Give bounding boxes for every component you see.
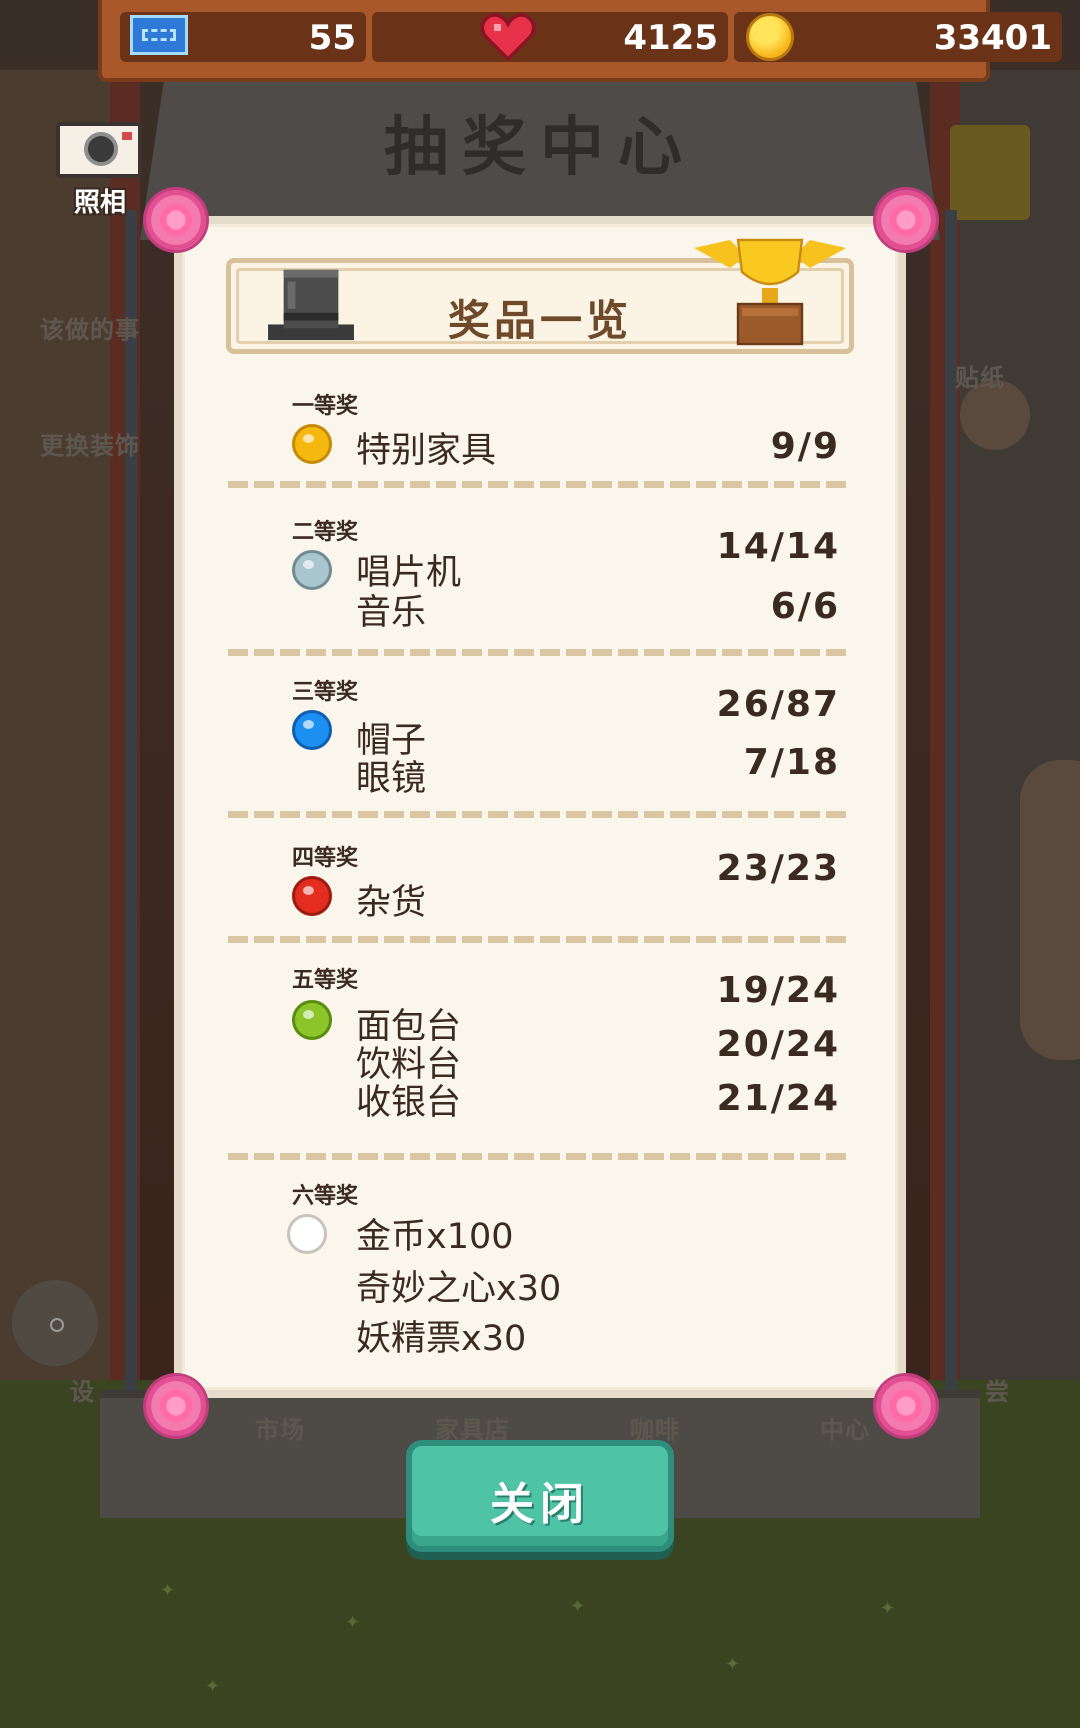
tier-label: 二等奖 <box>292 520 359 545</box>
camera-icon <box>56 122 142 178</box>
bg-label-center: 中心 <box>820 1416 870 1444</box>
tier-divider <box>228 1153 852 1160</box>
coin-icon <box>746 13 794 61</box>
resource-bar: 55 4125 33401 <box>98 0 1062 82</box>
item-count: 7/18 <box>743 742 840 783</box>
bg-label-try: 尝 <box>985 1378 1010 1406</box>
bg-label-settings: 设 <box>70 1378 95 1406</box>
gold-gem-icon <box>292 424 332 464</box>
background-post-left <box>125 210 137 1390</box>
camera-label: 照相 <box>73 188 126 218</box>
tier-label: 六等奖 <box>292 1184 359 1209</box>
bg-label-decor: 更换装饰 <box>40 432 140 460</box>
bg-label-market: 市场 <box>255 1416 305 1444</box>
grass-decor: ✦ <box>205 1676 221 1697</box>
item-count: 21/24 <box>716 1078 840 1119</box>
flower-decor-icon <box>876 1376 936 1436</box>
grass-decor: ✦ <box>570 1596 586 1617</box>
tier-label: 四等奖 <box>292 846 359 871</box>
bg-label-todo: 该做的事 <box>40 316 140 344</box>
item-name: 金币x100 <box>356 1217 514 1257</box>
background-left-wall <box>0 70 140 1400</box>
green-gem-icon <box>292 1000 332 1040</box>
screen-title: 抽奖中心 <box>384 111 696 185</box>
item-name: 收银台 <box>356 1083 462 1123</box>
tier-label: 一等奖 <box>292 394 359 419</box>
item-name: 特别家具 <box>356 431 497 471</box>
ticket-icon <box>130 15 188 55</box>
item-count: 23/23 <box>716 848 840 889</box>
item-name: 眼镜 <box>356 759 427 799</box>
tier-divider <box>228 811 852 818</box>
joystick-control[interactable] <box>12 1280 98 1366</box>
prize-list-dialog <box>174 216 906 1398</box>
item-count: 6/6 <box>770 586 840 627</box>
coin-count: 33401 <box>933 18 1052 58</box>
silver-gem-icon <box>292 550 332 590</box>
item-name: 妖精票x30 <box>356 1319 527 1359</box>
camera-button[interactable]: 照相 <box>56 122 144 222</box>
close-button-label: 关闭 <box>490 1479 590 1530</box>
tier-divider <box>228 481 852 488</box>
item-count: 26/87 <box>716 684 840 725</box>
red-gem-icon <box>292 876 332 916</box>
item-count: 14/14 <box>716 526 840 567</box>
ticket-count: 55 <box>308 18 356 58</box>
heart-count: 4125 <box>623 18 718 58</box>
winged-trophy-icon <box>694 238 846 346</box>
item-name: 音乐 <box>356 593 427 633</box>
bg-label-sticker: 贴纸 <box>955 364 1005 392</box>
blue-gem-icon <box>292 710 332 750</box>
item-name: 奇妙之心x30 <box>356 1269 562 1309</box>
white-gem-icon <box>287 1214 327 1254</box>
tier-label: 三等奖 <box>292 680 359 705</box>
heart-icon <box>480 13 536 62</box>
coin-counter: 33401 <box>734 12 1062 62</box>
background-decor <box>1020 760 1080 1060</box>
item-count: 9/9 <box>770 426 840 467</box>
ticket-counter: 55 <box>120 12 366 62</box>
item-count: 20/24 <box>716 1024 840 1065</box>
grass-decor: ✦ <box>880 1598 896 1619</box>
flower-decor-icon <box>146 190 206 250</box>
heart-counter: 4125 <box>372 12 728 62</box>
flower-decor-icon <box>876 190 936 250</box>
grass-decor: ✦ <box>725 1654 741 1675</box>
item-count: 19/24 <box>716 970 840 1011</box>
flower-decor-icon <box>146 1376 206 1436</box>
close-button[interactable]: 关闭 <box>406 1440 674 1552</box>
top-hat-icon <box>268 269 354 341</box>
tier-label: 五等奖 <box>292 968 359 993</box>
tier-divider <box>228 649 852 656</box>
grass-decor: ✦ <box>160 1580 176 1601</box>
grass-decor: ✦ <box>345 1612 361 1633</box>
tier-divider <box>228 936 852 943</box>
item-name: 杂货 <box>356 883 427 923</box>
